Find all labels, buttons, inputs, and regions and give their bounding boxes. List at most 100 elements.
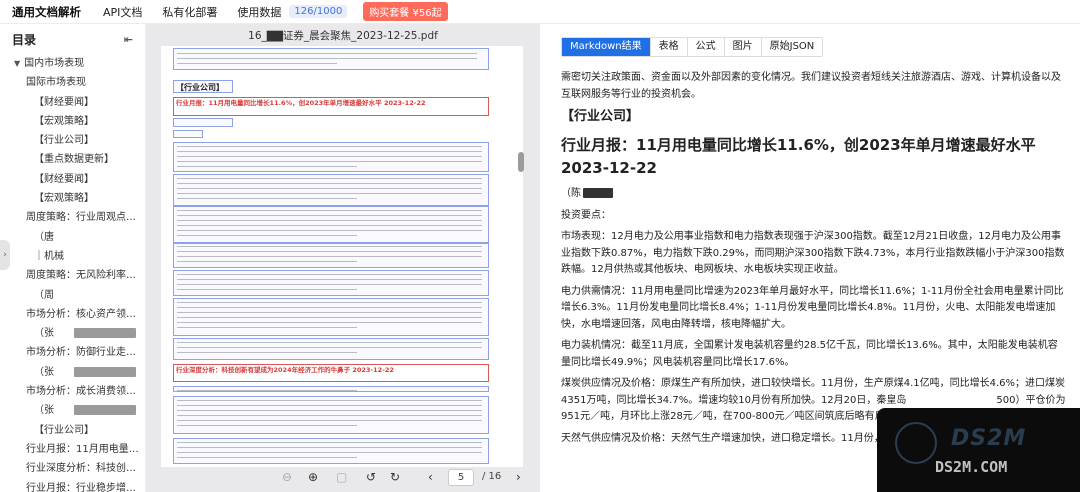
pdf-red-title-2: 行业深度分析：科技创新有望成为2024年经济工作的牛鼻子 2023-12-22 (176, 366, 394, 374)
toc-item-label: 【宏观策略】 (34, 115, 94, 127)
pdf-text-line (177, 317, 482, 319)
section-heading: 【行业公司】 (561, 109, 640, 124)
watermark-url: DS2M.COM (935, 458, 1008, 476)
result-tab[interactable]: 表格 (650, 38, 688, 56)
toc-item-label: 行业月报：行业稳步增长... (26, 482, 145, 492)
toc-item[interactable]: （唐 (0, 228, 145, 247)
watermark-logo-icon (895, 422, 937, 464)
toc-item[interactable]: 行业月报：11月用电量同... (0, 440, 145, 459)
pdf-text-line (177, 307, 482, 309)
pdf-viewer: 16_▇▇证券_晨会聚焦_2023-12-25.pdf 【行业公司】 行业月报：… (146, 24, 540, 492)
pdf-red-title: 行业月报：11月用电量同比增长11.6%，创2023年单月增速最好水平 2023… (176, 99, 426, 107)
author-line: （陈 (561, 186, 1066, 203)
rotate-left-icon[interactable]: ↺ (366, 470, 376, 484)
toc-item-label: 市场分析：防御行业走强A... (26, 347, 145, 359)
toc-item[interactable]: （张 (0, 363, 145, 382)
toc-item-label: 行业月报：11月用电量同... (26, 443, 145, 455)
toc-item-label: 市场分析：成长消费领涨A... (26, 386, 145, 398)
toc-item-label: ｜机械 (34, 250, 64, 262)
caret-down-icon[interactable]: ▼ (14, 54, 20, 73)
toc-item[interactable]: 市场分析：核心资产领涨A... (0, 305, 145, 324)
toc-header: 目录 ⇤ (0, 24, 145, 54)
toc-item[interactable]: 国际市场表现 (0, 73, 145, 92)
page-number-input[interactable]: 5 (448, 469, 474, 486)
result-tab[interactable]: 原始JSON (761, 38, 823, 56)
pdf-text-line (177, 146, 482, 148)
toc-item[interactable]: 【宏观策略】 (0, 112, 145, 131)
toc-item[interactable]: ｜机械 (0, 247, 145, 266)
toc-item[interactable]: ▼ 国内市场表现 (0, 54, 145, 73)
result-tab[interactable]: Markdown结果 (562, 38, 651, 56)
toc-item[interactable]: （周 (0, 286, 145, 305)
redacted-author (583, 188, 613, 198)
toc-item[interactable]: 【重点数据更新】 (0, 150, 145, 169)
zoom-out-icon[interactable]: ⊖ (282, 470, 292, 484)
nav-api-docs[interactable]: API文档 (103, 4, 142, 20)
toc-item[interactable]: 市场分析：成长消费领涨A... (0, 382, 145, 401)
pdf-text-line (177, 410, 482, 412)
result-tab[interactable]: 公式 (687, 38, 725, 56)
toc-item[interactable]: （张 (0, 401, 145, 420)
pdf-text-line (177, 178, 482, 180)
result-tabs: Markdown结果 表格 公式 图片 原始JSON (561, 37, 824, 57)
toc-item-label: （张 (34, 328, 54, 340)
toc-item[interactable]: 【行业公司】 (0, 421, 145, 440)
pdf-text-line (177, 312, 482, 314)
toc-title: 目录 (12, 33, 37, 47)
pdf-text-line (177, 390, 357, 392)
toc-item[interactable]: 周度策略：无风险利率下... (0, 266, 145, 285)
toc-item-label: 周度策略：行业周观点20... (26, 212, 145, 224)
toc-item[interactable]: 周度策略：行业周观点20... (0, 208, 145, 227)
next-page-icon[interactable]: › (516, 470, 521, 484)
expand-sidebar-icon[interactable]: › (0, 240, 10, 270)
pdf-text-line (177, 405, 482, 407)
toc-item[interactable]: 市场分析：防御行业走强A... (0, 343, 145, 362)
pdf-toolbar: ⊖ ⊕ ▢ ↺ ↻ ‹ 5 / 16 › (146, 467, 540, 492)
rotate-right-icon[interactable]: ↻ (390, 470, 400, 484)
intro-paragraph: 需密切关注政策面、资金面以及外部因素的变化情况。我们建议投资者短线关注旅游酒店、… (561, 72, 1061, 100)
toc-item-label: （周 (34, 289, 54, 301)
pdf-text-line (177, 156, 482, 158)
pdf-text-line (177, 289, 357, 291)
nav-private-deploy[interactable]: 私有化部署 (162, 4, 217, 20)
pdf-text-line (177, 279, 482, 281)
markdown-content: 需密切关注政策面、资金面以及外部因素的变化情况。我们建议投资者短线关注旅游酒店、… (561, 70, 1066, 452)
pdf-author-block[interactable] (173, 118, 233, 127)
pdf-text-line (177, 230, 482, 232)
toc-item[interactable]: 【宏观策略】 (0, 189, 145, 208)
toc-item-label: 【行业公司】 (34, 424, 94, 436)
toc-item[interactable]: （张 (0, 324, 145, 343)
usage-quota-badge: 126/1000 (289, 5, 348, 18)
prev-page-icon[interactable]: ‹ (428, 470, 433, 484)
pdf-text-line (177, 415, 482, 417)
pdf-text-line (177, 193, 482, 195)
pdf-text-line (177, 225, 482, 227)
toc-item[interactable]: 【财经要闻】 (0, 93, 145, 112)
author-name: （陈 (561, 188, 581, 199)
fit-icon[interactable]: ▢ (336, 470, 347, 484)
toc-item[interactable]: 行业深度分析：科技创新... (0, 459, 145, 478)
toc-item-label: 【财经要闻】 (34, 173, 94, 185)
toc-item-label: 行业深度分析：科技创新... (26, 463, 145, 475)
pdf-label-block[interactable] (173, 130, 203, 138)
redacted-name (74, 328, 136, 339)
pdf-page: 【行业公司】 行业月报：11月用电量同比增长11.6%，创2023年单月增速最好… (161, 46, 523, 467)
toc-item-label: 【行业公司】 (34, 135, 94, 147)
content-paragraph: 电力装机情况：截至11月底，全国累计发电装机容量约28.5亿千瓦，同比增长13.… (561, 340, 1058, 368)
pdf-text-line (177, 274, 482, 276)
collapse-toc-icon[interactable]: ⇤ (124, 33, 133, 46)
pdf-filename: 16_▇▇证券_晨会聚焦_2023-12-25.pdf (248, 30, 438, 42)
nav-usage-data[interactable]: 使用数据 (237, 4, 281, 20)
toc-item-label: 市场分析：核心资产领涨A... (26, 308, 145, 320)
pdf-heading-text: 【行业公司】 (176, 83, 224, 92)
pdf-scrollbar[interactable] (518, 152, 524, 172)
toc-item[interactable]: 【财经要闻】 (0, 170, 145, 189)
pdf-text-line (177, 261, 357, 263)
content-paragraph: 电力供需情况：11月用电量同比增速为2023年单月最好水平，同比增长11.6%；… (561, 285, 1064, 330)
toc-item[interactable]: 行业月报：行业稳步增长... (0, 479, 145, 492)
result-tab[interactable]: 图片 (724, 38, 762, 56)
toc-item[interactable]: 【行业公司】 (0, 131, 145, 150)
zoom-in-icon[interactable]: ⊕ (308, 470, 318, 484)
buy-plan-button[interactable]: 购买套餐 ¥56起 (363, 2, 448, 21)
pdf-text-line (177, 327, 357, 329)
